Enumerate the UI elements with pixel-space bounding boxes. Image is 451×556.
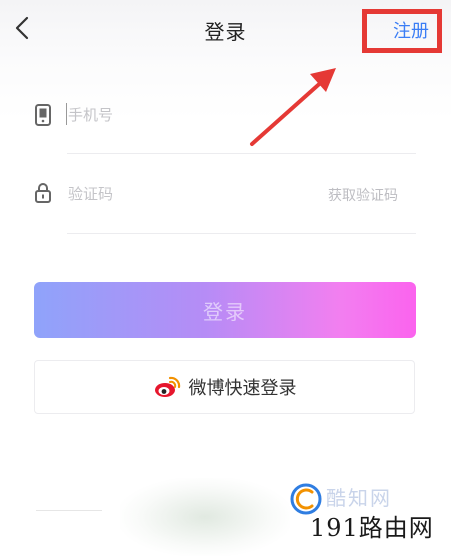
watermark-text-top: 酷知网 <box>326 486 392 510</box>
blurred-background <box>120 478 290 556</box>
get-code-button[interactable]: 获取验证码 <box>328 185 398 205</box>
text-caret <box>66 103 67 125</box>
bottom-divider <box>36 510 102 511</box>
weibo-icon <box>154 376 180 397</box>
login-button[interactable]: 登录 <box>34 282 416 338</box>
weibo-login-label: 微博快速登录 <box>188 378 297 399</box>
watermark-text-bottom: 191路由网 <box>310 514 434 542</box>
phone-icon <box>35 104 51 126</box>
weibo-login-button[interactable]: 微博快速登录 <box>34 360 415 414</box>
lock-icon <box>35 183 51 203</box>
register-button[interactable]: 注册 <box>393 17 429 43</box>
phone-input[interactable] <box>68 100 318 130</box>
page-title: 登录 <box>204 20 247 44</box>
phone-divider <box>67 153 416 154</box>
code-divider <box>67 233 416 234</box>
verification-code-input[interactable] <box>68 179 318 209</box>
login-screen: 登录 注册 获取验证码 登录 微博快速登录 <box>0 0 451 556</box>
login-button-label: 登录 <box>203 299 247 324</box>
